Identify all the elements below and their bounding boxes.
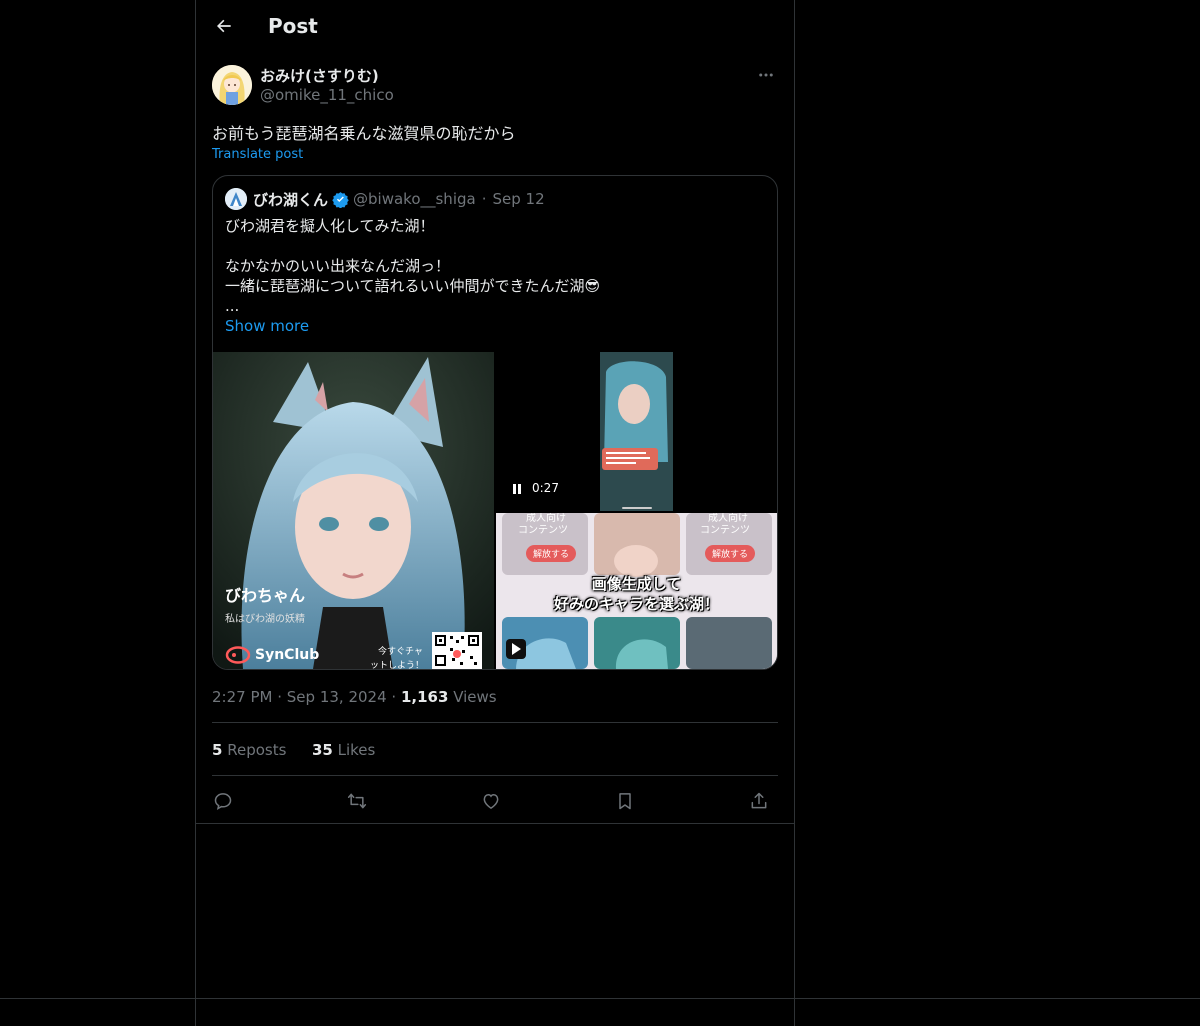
chat-promo-line-1: 今すぐチャ [378,647,423,657]
quoted-text: びわ湖君を擬人化してみた湖！ なかなかのいい出来なんだ湖っ！ 一緒に琵琶湖につい… [225,217,601,315]
action-bar [212,787,778,815]
like-button[interactable] [477,787,505,815]
engagement-stats: 5 Reposts 35 Likes [212,741,375,759]
post-text: お前もう琵琶湖名乗んな滋賀県の恥だから [212,124,516,143]
bottom-divider [0,998,1200,999]
banner-line-2: 好みのキャラを選ぶ湖！ [553,595,719,613]
media-video[interactable]: 0:27 [496,352,777,511]
divider [196,823,794,824]
adult-label-1b: コンテンツ [518,525,568,536]
separator-dot: · [277,688,287,706]
back-button[interactable] [210,12,238,40]
adult-label-3b: コンテンツ [700,525,750,536]
author-handle[interactable]: @omike_11_chico [260,86,394,104]
synclub-logo-icon [225,646,251,664]
qr-code [432,632,482,669]
reposts-label: Reposts [227,741,287,759]
bookmark-icon [619,793,631,810]
post-date[interactable]: Sep 13, 2024 [287,688,387,706]
quoted-post[interactable]: びわ湖くん @biwako__shiga · Sep 12 びわ湖君を擬人化して… [212,175,778,670]
author-row: おみけ(さすりむ) @omike_11_chico [212,64,778,108]
repost-icon [347,793,367,809]
separator-dot: · [481,190,487,208]
likes-stat[interactable]: 35 Likes [312,741,375,759]
media-left-subtitle: 私はびわ湖の妖精 [225,614,305,625]
banner-line-1: 画像生成して [591,575,682,593]
main-column: Post おみけ(さすりむ) @omike_11_chico お前もう琵琶湖名乗… [195,0,795,1026]
synclub-logo: SynClub [225,646,319,664]
pause-icon [513,484,521,494]
media-grid: びわちゃん 私はびわ湖の妖精 SynClub 今すぐチャ ットしよう！ 0:27… [213,352,777,669]
quoted-avatar[interactable] [225,188,247,210]
quoted-author-handle[interactable]: @biwako__shiga [353,190,476,208]
post-timestamp: 2:27 PM · Sep 13, 2024 · 1,163 Views [212,688,497,706]
page-title: Post [268,14,318,38]
gif-play-button[interactable] [506,639,526,659]
quoted-date[interactable]: Sep 12 [492,190,544,208]
likes-label: Likes [337,741,376,759]
translate-post-link[interactable]: Translate post [212,147,303,162]
more-options-button[interactable] [754,64,778,86]
author-name[interactable]: おみけ(さすりむ) [260,65,379,86]
media-image-left[interactable]: びわちゃん 私はびわ湖の妖精 SynClub 今すぐチャ ットしよう！ [213,352,494,669]
header: Post [196,0,794,54]
bookmark-button[interactable] [611,787,639,815]
share-button[interactable] [745,787,773,815]
media-image-bottom[interactable]: 成人向け コンテンツ 成人向け コンテンツ 解放する 解放する 画像生成して 好… [496,513,777,669]
pause-button[interactable] [510,481,524,495]
like-icon [483,793,499,809]
divider [212,775,778,776]
share-icon [751,792,767,809]
more-icon [759,73,773,77]
reposts-count: 5 [212,741,223,759]
views-count: 1,163 [400,688,449,706]
video-time: 0:27 [532,481,559,495]
post-time[interactable]: 2:27 PM [212,688,272,706]
separator-dot: · [391,688,401,706]
show-more-link[interactable]: Show more [225,317,309,335]
synclub-brand-text: SynClub [255,647,320,663]
views-label: Views [453,688,497,706]
chat-promo-line-2: ットしよう！ [370,661,425,669]
quoted-author-name[interactable]: びわ湖くん [253,189,328,210]
likes-count: 35 [311,741,333,759]
divider [212,722,778,723]
repost-button[interactable] [343,787,371,815]
author-avatar[interactable] [212,65,252,105]
reply-icon [214,793,232,810]
unlock-badge-2: 解放する [705,545,756,562]
verified-icon [332,191,349,208]
media-left-title: びわちゃん [225,586,306,605]
play-icon [512,643,521,655]
reposts-stat[interactable]: 5 Reposts [212,741,286,759]
quoted-post-header: びわ湖くん @biwako__shiga · Sep 12 [225,188,545,210]
reply-button[interactable] [209,787,237,815]
unlock-badge-1: 解放する [526,545,577,562]
back-arrow-icon [217,19,231,33]
